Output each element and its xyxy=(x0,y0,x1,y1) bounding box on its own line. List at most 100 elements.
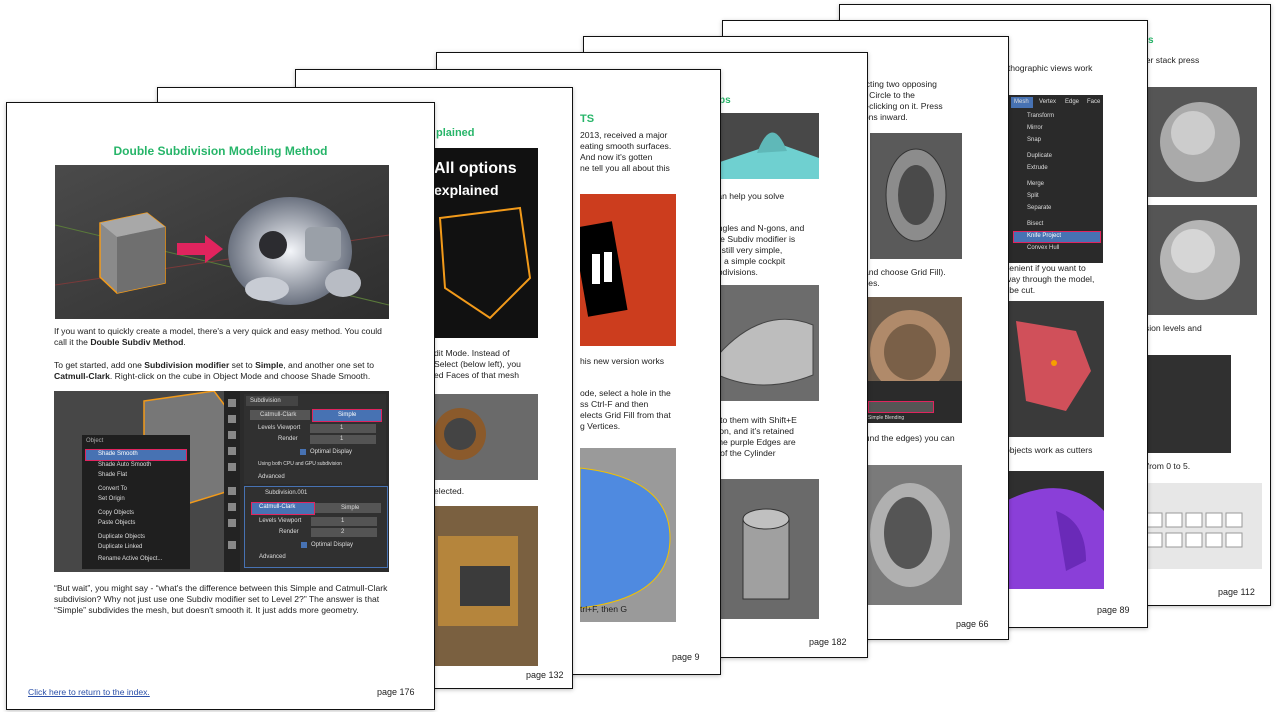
modifier-panel-2: Subdivision.001 Catmull-Clark Simple Lev… xyxy=(244,486,388,568)
menu-item: Convex Hull xyxy=(1027,245,1060,251)
paragraph-explanation: “But wait”, you might say - “what's the … xyxy=(54,583,388,615)
catmull-option: Catmull-Clark xyxy=(260,412,297,418)
text-fragment: dit Mode. Instead of Select (below left)… xyxy=(434,348,521,380)
menu-item: Separate xyxy=(1027,205,1052,211)
menu-tab: Mesh xyxy=(1014,99,1029,105)
vehicle-image xyxy=(430,506,538,666)
simple-option: Simple xyxy=(341,505,360,511)
setup-bold: Subdivision modifier xyxy=(144,360,230,370)
page-number: page 132 xyxy=(526,670,564,680)
mesh-menu-image: Mesh Vertex Edge Face Transform Mirror S… xyxy=(1009,95,1103,263)
text-fragment: angles and N-gons, and the Subdiv modifi… xyxy=(713,223,805,277)
menu-item: Rename Active Object... xyxy=(98,556,163,562)
blend-label: Simple Blending xyxy=(868,415,905,421)
return-to-index-link[interactable]: Click here to return to the index. xyxy=(28,687,150,697)
setup-bold: Simple xyxy=(255,360,284,370)
render-label: Render xyxy=(278,436,298,442)
blender-screenshot: Object Shade Smooth Shade Auto Smooth Sh… xyxy=(54,391,389,572)
menu-item: Convert To xyxy=(98,486,127,492)
heading-fragment: TS xyxy=(580,113,595,125)
menu-item: Set Origin xyxy=(98,496,125,502)
menu-tab: Face xyxy=(1087,99,1101,105)
levels-label: Levels Viewport xyxy=(258,425,301,431)
page-176: Double Subdivision Modeling Method If yo… xyxy=(6,102,435,710)
page-number: page 9 xyxy=(672,652,700,662)
optimal-display: Optimal Display xyxy=(311,542,354,548)
hero-image xyxy=(55,165,389,319)
advanced-toggle: Advanced xyxy=(258,474,285,480)
menu-item: Duplicate xyxy=(1027,153,1053,159)
menu-item: Merge xyxy=(1027,181,1045,187)
text-fragment: rthographic views work xyxy=(1005,63,1093,73)
purple-logo-image xyxy=(1006,471,1104,589)
catmull-option: Catmull-Clark xyxy=(259,504,296,510)
text-fragment: g to them with Shift+E sion, and it's re… xyxy=(713,415,797,458)
cylinder-image xyxy=(713,479,819,619)
text-fragment: his new version works xyxy=(580,356,665,366)
menu-item-highlighted: Knife Project xyxy=(1027,233,1062,239)
text-fragment: 2013, received a major eating smooth sur… xyxy=(580,130,672,173)
menu-item: Shade Flat xyxy=(98,472,128,478)
page-number: page 182 xyxy=(809,637,847,647)
paragraph-setup: To get started, add one Subdivision modi… xyxy=(54,360,389,382)
levels-value: 1 xyxy=(341,518,345,524)
setup-text: , and another one set to xyxy=(283,360,375,370)
levels-label: Levels Viewport xyxy=(259,518,302,524)
keyboard-image xyxy=(1140,483,1262,569)
render-value: 2 xyxy=(341,529,345,535)
modifier-name: Subdivision xyxy=(250,398,281,404)
modifier-name: Subdivision.001 xyxy=(265,490,308,496)
red-grid-image xyxy=(580,194,676,346)
text-fragment: and choose Grid Fill). ces. xyxy=(864,267,946,288)
levels-value: 1 xyxy=(340,425,344,431)
text-fragment: trl+F, then G xyxy=(580,604,628,614)
setup-text: set to xyxy=(229,360,256,370)
blue-grid-image xyxy=(580,448,676,622)
context-menu-title: Object xyxy=(86,438,104,444)
grid-fill-image: Simple Blending xyxy=(860,297,962,423)
menu-item: Transform xyxy=(1027,113,1055,119)
modifier-panel-1: Subdivision Catmull-Clark Simple Levels … xyxy=(244,394,386,484)
menu-item: Duplicate Linked xyxy=(98,544,143,550)
menu-item: Shade Auto Smooth xyxy=(98,462,152,468)
paragraph-intro-end: . xyxy=(183,337,186,347)
paragraph-intro: If you want to quickly create a model, t… xyxy=(54,326,389,348)
text-fragment: venient if you want to way through the m… xyxy=(1005,263,1095,295)
options-banner-image: All options explained xyxy=(430,148,538,338)
menu-item: Copy Objects xyxy=(98,510,135,516)
sphere-image-2 xyxy=(1145,205,1257,315)
text-fragment: ode, select a hole in the ss Ctrl-F and … xyxy=(580,388,671,431)
menu-tab: Edge xyxy=(1065,99,1080,105)
grid-surface-image xyxy=(717,113,819,179)
page-number: page 89 xyxy=(1097,605,1130,615)
page-number: page 66 xyxy=(956,619,989,629)
text-fragment: ound the edges) you can xyxy=(860,433,955,443)
sphere-image-1 xyxy=(1145,87,1257,197)
context-menu: Object Shade Smooth Shade Auto Smooth Sh… xyxy=(82,435,190,569)
advanced-toggle: Advanced xyxy=(259,554,286,560)
setup-text: To get started, add one xyxy=(54,360,145,370)
modifier-panel-image xyxy=(1145,355,1231,453)
menu-item: Mirror xyxy=(1027,125,1043,131)
menu-item-shade-smooth: Shade Smooth xyxy=(98,451,138,457)
page-number: page 112 xyxy=(1218,587,1255,597)
hole-model-image xyxy=(860,465,962,605)
wing-model-image xyxy=(713,285,819,401)
optimal-display: Optimal Display xyxy=(310,449,353,455)
menu-item: Duplicate Objects xyxy=(98,534,146,540)
cylinder-hole-image xyxy=(870,133,962,259)
cutter-model-image xyxy=(1006,301,1104,437)
simple-option: Simple xyxy=(338,412,357,418)
heading-fragment: s xyxy=(1148,35,1154,46)
heading-fragment: plained xyxy=(436,127,475,139)
render-label: Render xyxy=(279,529,299,535)
page-number: page 176 xyxy=(377,687,415,697)
setup-bold: Catmull-Clark xyxy=(54,371,110,381)
porthole-image xyxy=(430,394,538,480)
menu-tab: Vertex xyxy=(1039,99,1057,105)
menu-item: Split xyxy=(1027,193,1039,199)
menu-item: Snap xyxy=(1027,137,1042,143)
page-title: Double Subdivision Modeling Method xyxy=(113,144,328,158)
text-fragment: objects work as cutters xyxy=(1005,445,1093,455)
paragraph-intro-bold: Double Subdiv Method xyxy=(90,337,184,347)
